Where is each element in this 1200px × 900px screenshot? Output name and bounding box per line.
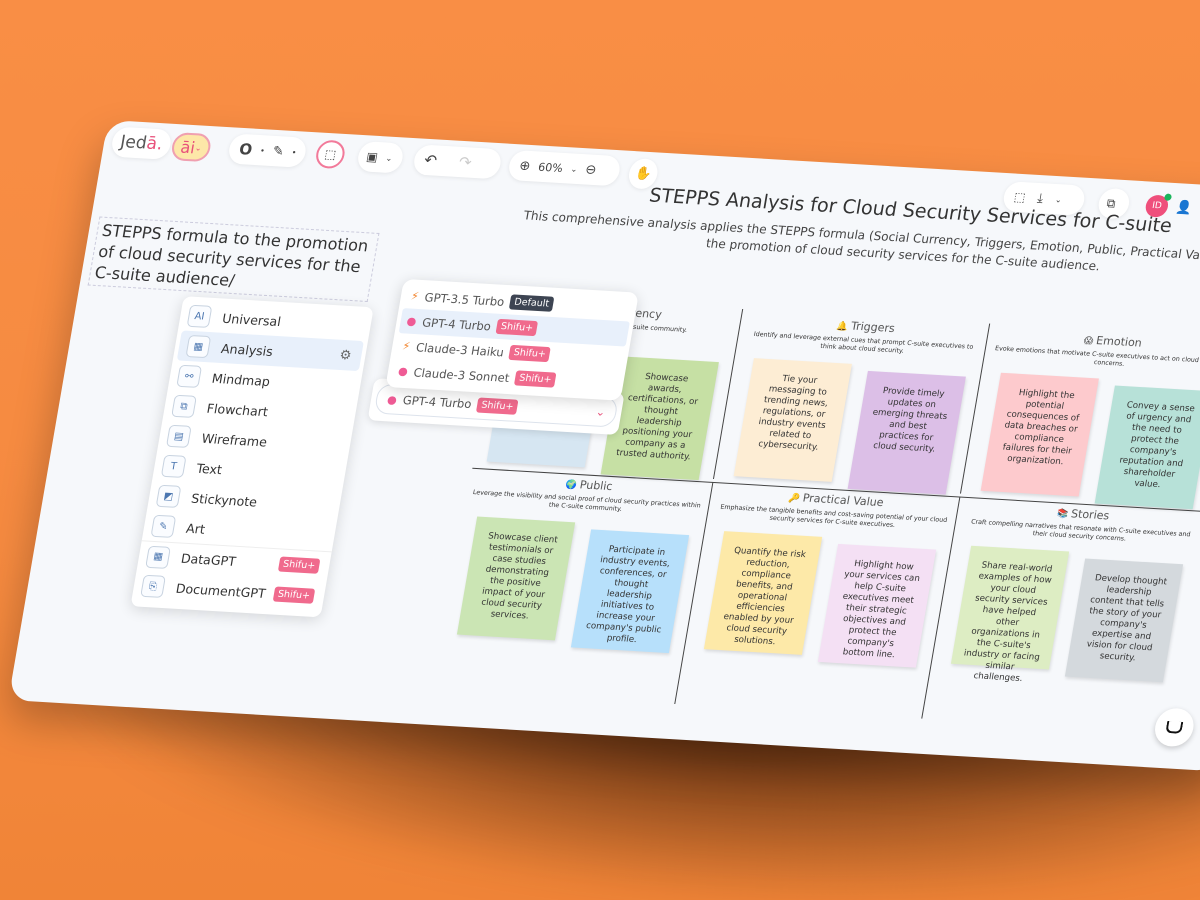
stickynote-icon: ◩ (155, 484, 182, 508)
logo[interactable]: Jedā. (109, 126, 174, 160)
menu-item-label: Mindmap (210, 370, 272, 389)
cell-title-text: Stories (1070, 507, 1111, 523)
sticky-note[interactable]: Quantify the risk reduction, compliance … (703, 531, 823, 655)
default-badge: Default (509, 294, 555, 312)
ai-icon: AI (186, 304, 213, 328)
shifu-badge: Shifu+ (495, 318, 539, 337)
sticky-note[interactable]: Tie your messaging to trending news, reg… (733, 358, 852, 482)
cell-title-text: Emotion (1095, 333, 1143, 350)
text-icon: T (160, 454, 187, 478)
sticky-note[interactable]: Highlight the potential consequences of … (980, 372, 1099, 497)
sticky-note[interactable]: Convey a sense of urgency and the need t… (1094, 385, 1200, 510)
sticky-note[interactable]: Share real-world examples of how your cl… (950, 545, 1070, 684)
undo-icon[interactable]: ↶ (423, 151, 439, 170)
chevron-down-icon: ⌄ (594, 404, 607, 419)
logo-accent: ā. (144, 133, 165, 155)
gear-icon[interactable]: ⚙ (338, 347, 352, 363)
model-option-label: GPT-4 Turbo (421, 314, 493, 333)
model-option-label: Claude-3 Haiku (415, 339, 505, 359)
chevron-down-icon: ⌄ (569, 164, 579, 174)
menu-item-label: Universal (221, 310, 283, 329)
pen-icon[interactable]: ✎ (272, 143, 285, 159)
redo-icon[interactable]: ↷ (457, 153, 473, 172)
cursor-select-icon: ⬚ (323, 146, 338, 162)
brain-icon: ● (397, 364, 409, 379)
online-status-dot (1163, 193, 1173, 201)
brain-icon: ● (405, 314, 418, 329)
cell-title-text: Public (578, 478, 614, 494)
menu-item-label: Wireframe (200, 430, 269, 450)
ai-button[interactable]: āi ⌄ (169, 132, 213, 163)
menu-item-label: Analysis (220, 340, 275, 359)
shifu-badge: Shifu+ (272, 585, 316, 604)
history-controls: ↶ ↷ (411, 144, 503, 180)
zoom-in-icon[interactable]: ⊕ (518, 158, 531, 174)
chat-icon (1165, 720, 1184, 734)
prompt-text-input[interactable]: STEPPS formula to the promotion of cloud… (87, 216, 380, 302)
dot-icon: • (291, 147, 298, 157)
datagpt-icon: ▦ (145, 545, 172, 569)
shifu-badge: Shifu+ (514, 370, 557, 388)
screenshot-icon[interactable]: ⬚ (1013, 190, 1027, 205)
select-tool-button[interactable]: ⬚ (313, 139, 347, 170)
shape-pen-tools[interactable]: O • ✎ • (226, 133, 308, 168)
menu-item-label: DataGPT (179, 550, 238, 569)
add-user-icon[interactable]: 👤 (1175, 200, 1194, 216)
model-option-label: GPT-3.5 Turbo (423, 289, 506, 309)
chevron-down-icon: ⌄ (194, 142, 203, 153)
stepps-cell-practical-value: 🔑 Practical Value Emphasize the tangible … (677, 482, 962, 717)
sticky-note[interactable]: Highlight how your services can help C-s… (817, 543, 937, 668)
wireframe-icon: ▤ (165, 424, 192, 448)
chevron-down-icon[interactable]: ⌄ (1054, 195, 1062, 204)
sticky-note[interactable]: Showcase client testimonials or case stu… (456, 516, 576, 641)
sticky-note[interactable]: Develop thought leadership content that … (1064, 558, 1184, 683)
chevron-down-icon: ⌄ (384, 153, 394, 163)
brain-icon: ● (386, 392, 399, 407)
stepps-cell-public: 🌍 Public Leverage the visibility and soci… (430, 467, 715, 702)
shifu-badge: Shifu+ (277, 556, 321, 574)
avatar-initials: ID (1151, 200, 1163, 212)
menu-item-label: Text (195, 460, 224, 477)
grid-add-icon: ▣ (365, 149, 379, 165)
download-icon[interactable]: ⤓ (1036, 191, 1044, 206)
logo-text: Jed (118, 131, 149, 154)
menu-item-label: Flowchart (205, 400, 270, 419)
zoom-level-select[interactable]: 60% (537, 160, 564, 174)
model-option-label: Claude-3 Sonnet (412, 364, 511, 385)
dot-icon: • (259, 145, 266, 155)
templates-button[interactable]: ▣ ⌄ (355, 140, 405, 174)
shifu-badge: Shifu+ (508, 344, 552, 363)
flowchart-icon: ⧉ (171, 394, 197, 418)
model-select-value: GPT-4 Turbo (401, 393, 473, 412)
menu-item-label: DocumentGPT (174, 580, 267, 601)
zoom-out-icon[interactable]: ⊖ (584, 162, 597, 178)
lightning-icon: ⚡ (401, 339, 412, 353)
model-dropdown: ⚡ GPT-3.5 Turbo Default ● GPT-4 Turbo Shifu+ ⚡… (385, 278, 639, 401)
menu-item-label: Art (185, 520, 207, 537)
cell-title-text: Triggers (849, 319, 896, 336)
analysis-grid-icon: ▦ (185, 334, 212, 359)
menu-item-label: Stickynote (190, 490, 259, 510)
circle-shape-icon[interactable]: O (238, 140, 254, 159)
sticky-note[interactable]: Provide timely updates on emerging threa… (847, 370, 966, 495)
sticky-note[interactable]: Participate in industry events, conferen… (570, 529, 690, 654)
shifu-badge: Shifu+ (476, 396, 519, 415)
app-window: Jedā. āi ⌄ O • ✎ • ⬚ ▣ ⌄ ↶ ↷ ⊕ 60% ⌄ ⊖ ✋ ⬚ ⤓ ⌄ … (8, 120, 1200, 772)
palette-icon: ✎ (150, 514, 177, 538)
hand-icon: ✋ (633, 165, 653, 182)
stepps-cell-stories: 📚 Stories Craft compelling narratives tha… (924, 497, 1200, 732)
documentgpt-icon: ⎘ (140, 574, 166, 598)
cell-title-text: Practical Value (801, 491, 885, 510)
present-icon: ⧉ (1105, 195, 1117, 211)
lightning-icon: ⚡ (409, 289, 420, 303)
ai-template-menu: AI Universal ▦ Analysis ⚙ ⚯ Mindmap ⧉ Flowchart ▤… (130, 296, 374, 618)
mindmap-icon: ⚯ (176, 364, 203, 388)
